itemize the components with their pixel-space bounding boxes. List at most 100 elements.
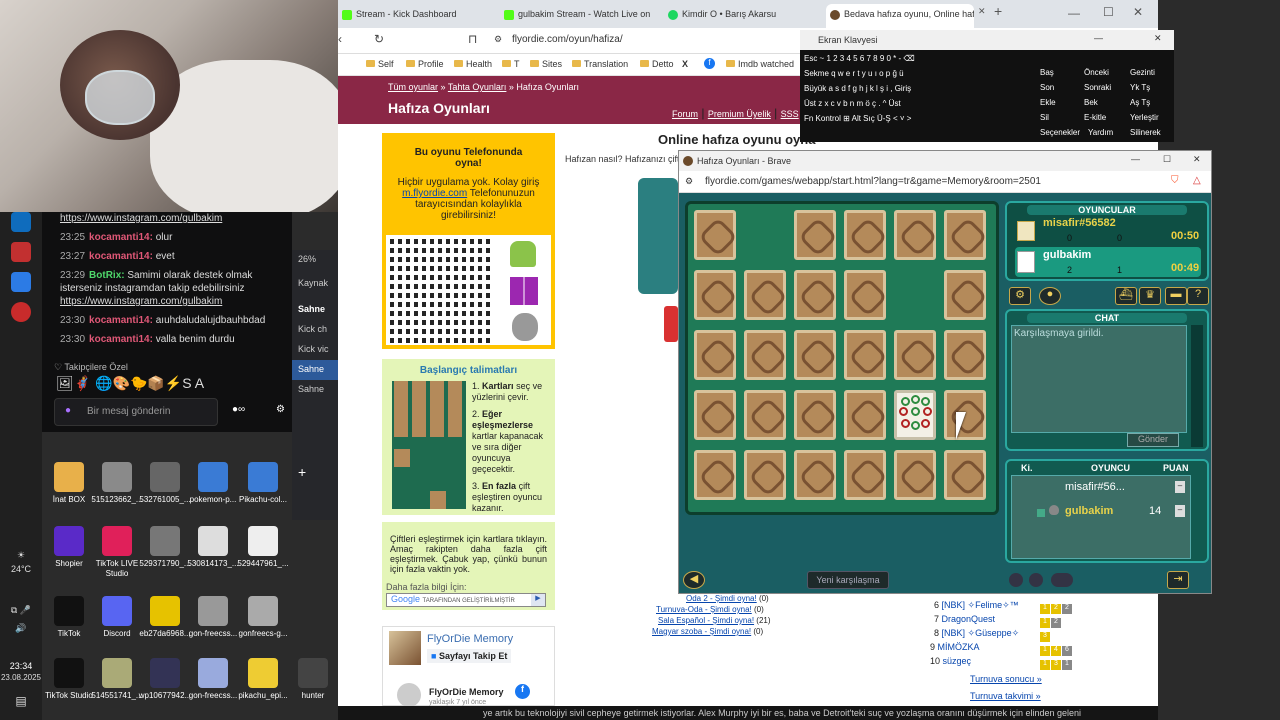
tournament-calendar-link[interactable]: Turnuva takvimi »: [970, 691, 1041, 701]
side-key[interactable]: Yardım: [1088, 128, 1128, 137]
brave-rewards-icon[interactable]: △: [1193, 175, 1201, 186]
chat-scrollbar[interactable]: [1191, 325, 1203, 447]
obs-scene-item[interactable]: Kick vic: [292, 340, 338, 360]
bookmark-item[interactable]: Translation: [572, 59, 628, 69]
site-info-icon[interactable]: ⚙: [685, 176, 693, 187]
record-icon[interactable]: [1029, 573, 1043, 587]
keyboard-row[interactable]: Büyük a s d f g h j k l ş i , Giriş: [804, 84, 911, 99]
new-tab-button[interactable]: +: [994, 3, 1002, 19]
bookmark-item[interactable]: T: [502, 59, 520, 69]
side-key[interactable]: Seçenekler: [1040, 128, 1084, 137]
desktop-icon[interactable]: gonfreecs-g...: [234, 596, 292, 639]
help-icon[interactable]: ?: [1187, 287, 1209, 305]
close-icon[interactable]: ✕: [1154, 33, 1162, 44]
card-face-down[interactable]: [794, 270, 836, 320]
nav-forum[interactable]: Forum: [672, 109, 698, 119]
tab-kick-stream[interactable]: gulbakim Stream - Watch Live on: [500, 4, 650, 28]
rank-player[interactable]: MİMÖZKA: [938, 642, 980, 652]
x-bookmark[interactable]: X: [682, 59, 688, 69]
card-face-down[interactable]: [844, 210, 886, 260]
clock-time[interactable]: 23:34: [0, 661, 42, 671]
chat-link[interactable]: https://www.instagram.com/gulbakim: [60, 213, 222, 224]
phone-link[interactable]: m.flyordie.com: [402, 188, 467, 199]
chat-user[interactable]: BotRix:: [89, 270, 125, 281]
keyboard-row[interactable]: Fn Kontrol ⊞ Alt Sıç Ü-Ş < ˅ >: [804, 114, 911, 129]
room-item[interactable]: Magyar szoba - Şimdi oyna! (0): [652, 626, 771, 637]
minimize-icon[interactable]: —: [1068, 6, 1080, 20]
row-menu-icon[interactable]: –: [1175, 505, 1185, 517]
card-face-down[interactable]: [844, 330, 886, 380]
weather-icon[interactable]: ☀: [0, 550, 42, 561]
card-face-down[interactable]: [894, 210, 936, 260]
site-info-icon[interactable]: ⚙: [494, 34, 502, 45]
side-key[interactable]: Sil: [1040, 113, 1080, 122]
card-face-down[interactable]: [794, 210, 836, 260]
tab-close-icon[interactable]: ✕: [978, 6, 986, 17]
facebook-bookmark[interactable]: f: [704, 58, 715, 69]
nav-premium[interactable]: Premium Üyelik: [708, 109, 771, 119]
card-face-down[interactable]: [944, 270, 986, 320]
chat-input[interactable]: ● Bir mesaj gönderin: [54, 398, 218, 426]
minimize-icon[interactable]: —: [1131, 154, 1140, 164]
bookmark-item[interactable]: Sites: [530, 59, 562, 69]
room-link[interactable]: Magyar szoba - Şimdi oyna!: [652, 627, 751, 636]
row-menu-icon[interactable]: –: [1175, 481, 1185, 493]
new-game-button[interactable]: Yeni karşılaşma: [807, 571, 889, 589]
side-key[interactable]: Baş: [1040, 68, 1080, 77]
chat-settings-icon[interactable]: ⚙: [276, 404, 285, 415]
card-face-down[interactable]: [694, 270, 736, 320]
bookmark-item[interactable]: Health: [454, 59, 492, 69]
breadcrumb-board-games[interactable]: Tahta Oyunları: [448, 82, 507, 92]
emote-bar[interactable]: 🖼🦸‍♂️ 🌐🎨🐤📦⚡S A: [56, 375, 204, 392]
keyboard-row[interactable]: Sekme q w e r t y u ı o p ğ ü: [804, 69, 904, 84]
notification-icon[interactable]: ▤: [0, 694, 42, 708]
mic-icon[interactable]: ●: [65, 405, 71, 416]
tab-spotify[interactable]: Kimdir O • Barış Akarsu: [664, 4, 814, 28]
card-face-down[interactable]: [744, 450, 786, 500]
side-key[interactable]: Önceki: [1084, 68, 1128, 77]
keyboard-row[interactable]: Esc ~ 1 2 3 4 5 6 7 8 9 0 * - ⌫: [804, 54, 915, 69]
add-scene-icon[interactable]: +: [292, 460, 338, 480]
rank-player[interactable]: süzgeç: [943, 656, 972, 666]
side-key[interactable]: Gezinti: [1130, 68, 1174, 77]
score-player[interactable]: misafir#56...: [1065, 481, 1125, 493]
desktop-icon[interactable]: 529447961_...: [234, 526, 292, 569]
tournament-result-link[interactable]: Turnuva sonucu »: [970, 674, 1042, 684]
bookmark-item[interactable]: Profile: [406, 59, 444, 69]
tray-icons[interactable]: ⧉ 🎤: [0, 605, 42, 616]
card-face-down[interactable]: [944, 330, 986, 380]
tab-kick-dashboard[interactable]: Stream - Kick Dashboard: [338, 4, 488, 28]
side-key[interactable]: Yk Tş: [1130, 83, 1174, 92]
card-face-down[interactable]: [844, 450, 886, 500]
card-face-down[interactable]: [844, 270, 886, 320]
card-face-down[interactable]: [694, 330, 736, 380]
player-name[interactable]: misafir#56582: [1043, 217, 1116, 229]
card-face-down[interactable]: [694, 390, 736, 440]
play-button[interactable]: [664, 306, 678, 342]
nav-faq[interactable]: SSS: [781, 109, 799, 119]
card-face-down[interactable]: [844, 390, 886, 440]
chat-user[interactable]: kocamanti14:: [89, 315, 153, 326]
card-face-down[interactable]: [744, 330, 786, 380]
keyboard-row[interactable]: Üst z x c v b n m ö ç . ^ Üst: [804, 99, 901, 114]
bookmark-item[interactable]: Detto: [640, 59, 674, 69]
block-icon[interactable]: [1009, 573, 1023, 587]
minimize-icon[interactable]: —: [1094, 33, 1103, 43]
ranking-row[interactable]: 9 MİMÖZKA: [930, 642, 980, 652]
bookmark-item[interactable]: Imdb watched: [726, 59, 794, 69]
room-link[interactable]: Oda 2 - Şimdi oyna!: [686, 594, 757, 603]
fb-follow-button[interactable]: ■ Sayfayı Takip Et: [427, 649, 512, 663]
side-key[interactable]: Bek: [1084, 98, 1128, 107]
card-face-down[interactable]: [694, 450, 736, 500]
google-search[interactable]: Google TARAFINDAN GELİŞTİRİLMİŞTİR ▶: [386, 593, 546, 607]
card-face-down[interactable]: [894, 330, 936, 380]
fb-title-2[interactable]: FlyOrDie Memory: [429, 687, 504, 697]
outlook-icon[interactable]: [11, 212, 31, 232]
folder-icon[interactable]: ▬: [1165, 287, 1187, 305]
score-player[interactable]: gulbakim: [1065, 505, 1113, 517]
url-field[interactable]: flyordie.com/oyun/hafiza/: [512, 34, 623, 45]
trophy-icon[interactable]: ♛: [1139, 287, 1161, 305]
card-face-down[interactable]: [744, 390, 786, 440]
app-icon[interactable]: [11, 242, 31, 262]
card-face-down[interactable]: [944, 450, 986, 500]
